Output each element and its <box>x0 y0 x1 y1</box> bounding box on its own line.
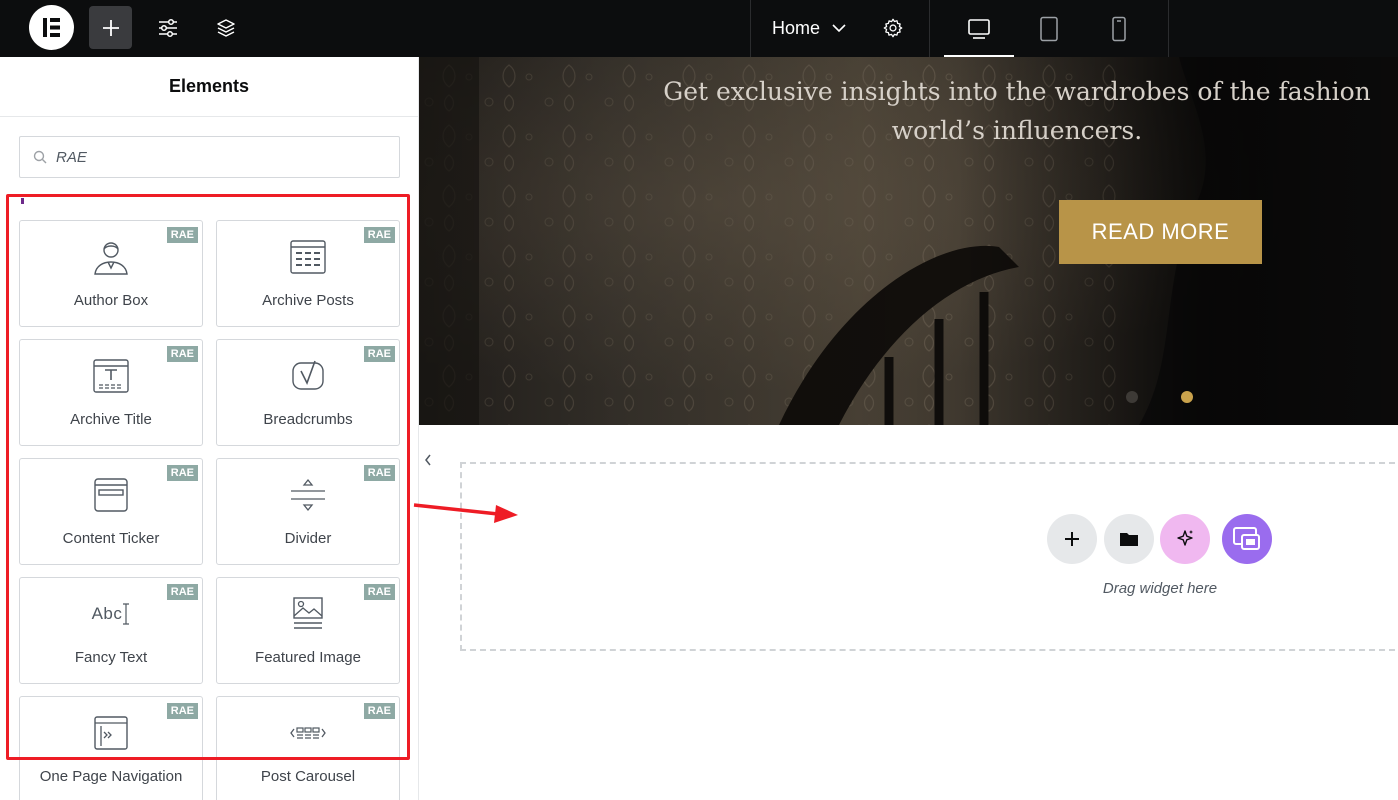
search-icon <box>33 150 47 164</box>
panel-collapse-button[interactable] <box>419 445 437 475</box>
panel-title: Elements <box>0 57 418 117</box>
sparkle-icon <box>1177 530 1193 546</box>
mobile-view-button[interactable] <box>1084 0 1154 57</box>
page-name: Home <box>772 18 821 38</box>
search-input[interactable]: RAE <box>19 136 400 178</box>
add-section-button[interactable] <box>1047 514 1097 564</box>
tablet-icon <box>1040 16 1058 41</box>
chevron-down-icon <box>832 24 846 33</box>
slider-dot-active[interactable] <box>1181 391 1193 403</box>
hero-slider: Get exclusive insights into the wardrobe… <box>419 57 1398 425</box>
mobile-icon <box>1112 16 1126 41</box>
add-element-button[interactable] <box>89 6 132 49</box>
toolbar-divider <box>929 0 930 57</box>
widget-label: One Page Navigation <box>39 768 183 785</box>
gear-icon <box>883 18 902 37</box>
elementor-logo-icon[interactable] <box>29 5 74 50</box>
add-template-button[interactable] <box>1104 514 1154 564</box>
template-kits-button[interactable] <box>1222 514 1272 564</box>
toolbar-divider <box>1168 0 1169 57</box>
desktop-view-button[interactable] <box>944 0 1014 57</box>
annotation-arrow-icon <box>413 503 518 523</box>
widget-label: Post Carousel <box>260 768 356 785</box>
folder-icon <box>1120 533 1138 546</box>
desktop-icon <box>968 18 990 39</box>
read-more-button[interactable]: READ MORE <box>1059 200 1262 264</box>
search-value: RAE <box>56 148 87 166</box>
elements-panel: Elements RAE RAE Author Box RAE Archive … <box>0 57 419 800</box>
layers-icon <box>216 18 235 37</box>
structure-button[interactable] <box>204 6 247 49</box>
ai-generate-button[interactable] <box>1160 514 1210 564</box>
plus-icon <box>1065 532 1079 546</box>
drag-widget-hint: Drag widget here <box>1102 580 1218 597</box>
sliders-icon <box>158 18 177 37</box>
slider-dot[interactable] <box>1126 391 1138 403</box>
site-settings-button[interactable] <box>146 6 189 49</box>
toolbar-divider <box>750 0 751 57</box>
page-selector[interactable]: Home <box>772 0 846 57</box>
tablet-view-button[interactable] <box>1014 0 1084 57</box>
template-kit-icon <box>1233 527 1260 550</box>
plus-icon <box>102 19 119 36</box>
hero-subtitle: Get exclusive insights into the wardrobe… <box>663 77 1371 145</box>
chevron-left-icon <box>425 454 431 466</box>
widgets-highlight-box <box>6 194 410 760</box>
page-settings-button[interactable] <box>871 6 914 49</box>
top-bar: Home <box>0 0 1398 57</box>
